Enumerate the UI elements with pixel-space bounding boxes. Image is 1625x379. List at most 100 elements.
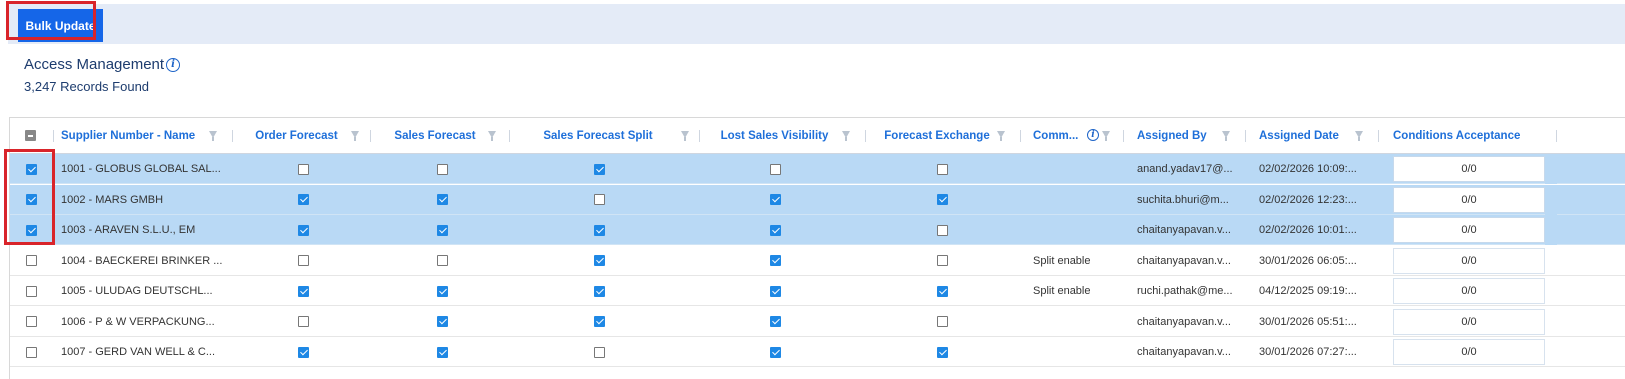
- forecast-exchange-checkbox[interactable]: [936, 316, 948, 327]
- sales-forecast-split-checkbox[interactable]: [593, 346, 605, 358]
- sales-forecast-checkbox[interactable]: [436, 346, 448, 358]
- table-row[interactable]: 1001 - GLOBUS GLOBAL SAL... anand.yadav1…: [10, 154, 1625, 184]
- conditions-acceptance-value[interactable]: 0/0: [1393, 339, 1545, 365]
- filter-icon[interactable]: [997, 131, 1005, 141]
- lost-sales-visibility-checkbox[interactable]: [769, 285, 781, 297]
- lost-sales-visibility-checkbox[interactable]: [769, 316, 781, 327]
- supplier-name: 1005 - ULUDAG DEUTSCHL...: [61, 285, 213, 297]
- col-header-forecast-exchange[interactable]: Forecast Exchange: [875, 118, 999, 153]
- sales-forecast-checkbox[interactable]: [436, 224, 448, 236]
- order-forecast-cell: [295, 307, 311, 337]
- forecast-exchange-cell: [934, 337, 950, 367]
- col-header-sales-forecast-split[interactable]: Sales Forecast Split: [518, 118, 678, 153]
- sales-forecast-split-cell: [591, 215, 607, 245]
- assigned-date: 30/01/2026 07:27:...: [1259, 346, 1357, 358]
- row-select-checkbox[interactable]: [25, 224, 37, 236]
- col-header-comment[interactable]: Comm...: [1033, 118, 1093, 153]
- sales-forecast-split-checkbox[interactable]: [593, 255, 605, 266]
- sales-forecast-split-cell: [591, 154, 607, 184]
- lost-sales-visibility-checkbox[interactable]: [769, 194, 781, 205]
- filter-icon[interactable]: [1102, 131, 1110, 141]
- forecast-exchange-checkbox[interactable]: [936, 194, 948, 205]
- row-select-cell: [24, 215, 38, 245]
- lost-sales-visibility-cell: [767, 246, 783, 276]
- order-forecast-checkbox[interactable]: [297, 316, 309, 327]
- bulk-update-button[interactable]: Bulk Update: [18, 9, 103, 42]
- comment-text: [1033, 215, 1123, 245]
- sales-forecast-checkbox[interactable]: [436, 255, 448, 266]
- info-icon[interactable]: i: [166, 57, 181, 72]
- order-forecast-checkbox[interactable]: [297, 194, 309, 205]
- sales-forecast-split-checkbox[interactable]: [593, 285, 605, 297]
- records-count: 3,247 Records Found: [24, 79, 150, 94]
- supplier-name: 1002 - MARS GMBH: [61, 193, 164, 206]
- comment-text: [1033, 185, 1123, 215]
- sales-forecast-split-checkbox[interactable]: [593, 163, 605, 175]
- forecast-exchange-checkbox[interactable]: [936, 163, 948, 175]
- col-header-assigned-by[interactable]: Assigned By: [1137, 118, 1217, 153]
- supplier-name: 1003 - ARAVEN S.L.U., EM: [61, 224, 196, 236]
- sales-forecast-checkbox[interactable]: [436, 316, 448, 327]
- col-header-supplier[interactable]: Supplier Number - Name: [61, 118, 211, 153]
- filter-icon[interactable]: [351, 131, 359, 141]
- col-header-sales-forecast[interactable]: Sales Forecast: [380, 118, 490, 153]
- lost-sales-visibility-checkbox[interactable]: [769, 224, 781, 236]
- col-header-order-forecast[interactable]: Order Forecast: [240, 118, 353, 153]
- filter-icon[interactable]: [1355, 131, 1363, 141]
- conditions-acceptance-value[interactable]: 0/0: [1393, 247, 1545, 274]
- filter-icon[interactable]: [842, 131, 850, 141]
- order-forecast-checkbox[interactable]: [297, 163, 309, 175]
- order-forecast-checkbox[interactable]: [297, 285, 309, 297]
- order-forecast-checkbox[interactable]: [297, 224, 309, 236]
- filter-icon[interactable]: [209, 131, 217, 141]
- forecast-exchange-cell: [934, 246, 950, 276]
- order-forecast-cell: [295, 215, 311, 245]
- forecast-exchange-checkbox[interactable]: [936, 255, 948, 266]
- filter-icon[interactable]: [1222, 131, 1230, 141]
- conditions-acceptance-value[interactable]: 0/0: [1393, 156, 1545, 182]
- comment-text: [1033, 154, 1123, 184]
- row-select-checkbox[interactable]: [25, 285, 37, 297]
- lost-sales-visibility-checkbox[interactable]: [769, 346, 781, 358]
- sales-forecast-checkbox[interactable]: [436, 194, 448, 205]
- table-row[interactable]: 1007 - GERD VAN WELL & C... chaitanyapav…: [10, 337, 1625, 367]
- conditions-acceptance-value[interactable]: 0/0: [1393, 186, 1545, 213]
- lost-sales-visibility-checkbox[interactable]: [769, 255, 781, 266]
- row-select-checkbox[interactable]: [25, 316, 37, 327]
- col-header-conditions-acceptance[interactable]: Conditions Acceptance: [1393, 118, 1543, 153]
- table-row[interactable]: 1003 - ARAVEN S.L.U., EM chaitanyapavan.…: [10, 215, 1625, 245]
- select-all-checkbox[interactable]: [24, 130, 36, 141]
- forecast-exchange-checkbox[interactable]: [936, 224, 948, 236]
- sales-forecast-split-checkbox[interactable]: [593, 194, 605, 205]
- top-toolbar: Bulk Update: [8, 4, 1625, 44]
- conditions-acceptance-value[interactable]: 0/0: [1393, 217, 1545, 243]
- row-select-checkbox[interactable]: [25, 346, 37, 358]
- filter-icon[interactable]: [681, 131, 689, 141]
- supplier-name: 1006 - P & W VERPACKUNG...: [61, 315, 215, 328]
- conditions-acceptance-value[interactable]: 0/0: [1393, 278, 1545, 304]
- col-header-lost-sales-visibility[interactable]: Lost Sales Visibility: [707, 118, 842, 153]
- order-forecast-checkbox[interactable]: [297, 255, 309, 266]
- sales-forecast-split-checkbox[interactable]: [593, 224, 605, 236]
- page-title-text: Access Management: [24, 56, 165, 73]
- sales-forecast-checkbox[interactable]: [436, 285, 448, 297]
- table-row[interactable]: 1004 - BAECKEREI BRINKER ... Split enabl…: [10, 246, 1625, 276]
- lost-sales-visibility-cell: [767, 307, 783, 337]
- lost-sales-visibility-checkbox[interactable]: [769, 163, 781, 175]
- conditions-acceptance-value[interactable]: 0/0: [1393, 308, 1545, 335]
- lost-sales-visibility-cell: [767, 337, 783, 367]
- sales-forecast-split-checkbox[interactable]: [593, 316, 605, 327]
- filter-icon[interactable]: [488, 131, 496, 141]
- order-forecast-checkbox[interactable]: [297, 346, 309, 358]
- row-select-checkbox[interactable]: [25, 194, 37, 205]
- table-row[interactable]: 1005 - ULUDAG DEUTSCHL... Split enable ru…: [10, 276, 1625, 306]
- row-select-checkbox[interactable]: [25, 255, 37, 266]
- table-row[interactable]: 1006 - P & W VERPACKUNG... chaitanyapava…: [10, 307, 1625, 337]
- forecast-exchange-checkbox[interactable]: [936, 346, 948, 358]
- table-row[interactable]: 1002 - MARS GMBH suchita.bhuri@m... 02/02…: [10, 184, 1625, 215]
- sales-forecast-checkbox[interactable]: [436, 163, 448, 175]
- col-header-assigned-date[interactable]: Assigned Date: [1259, 118, 1349, 153]
- info-icon[interactable]: i: [1087, 129, 1099, 141]
- forecast-exchange-checkbox[interactable]: [936, 285, 948, 297]
- row-select-checkbox[interactable]: [25, 163, 37, 175]
